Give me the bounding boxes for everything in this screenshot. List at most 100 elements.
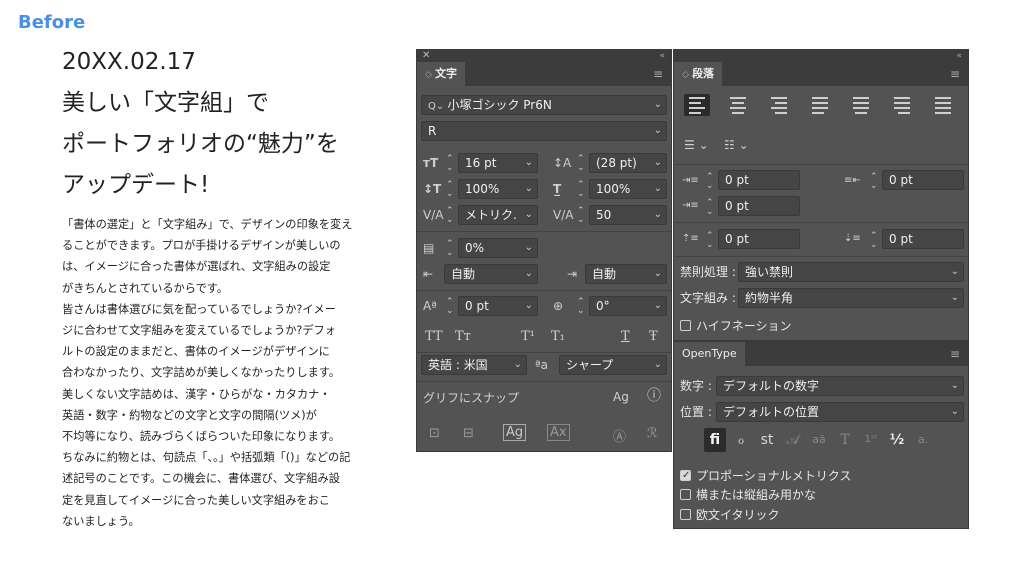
kinsoku-select[interactable]: 強い禁則 ⌄ [738, 262, 964, 282]
swash-button[interactable]: 𝒜 [782, 428, 804, 452]
divider [417, 290, 671, 291]
aki-before-select[interactable]: 自動 ⌄ [444, 264, 538, 284]
font-style-select[interactable]: R ⌄ [421, 121, 667, 141]
kinsoku-label: 禁則処理 : [680, 265, 736, 279]
fractions-button[interactable]: ½ [886, 428, 908, 452]
snap-angle-icon[interactable]: Ⓐ [613, 426, 626, 445]
align-center-button[interactable] [725, 94, 751, 116]
proportional-metrics-checkbox[interactable]: プロポーショナルメトリクス [680, 468, 851, 484]
snap-anchor-icon[interactable]: ℛ [647, 426, 657, 441]
ligatures-button[interactable]: fi [704, 428, 726, 452]
justify-right-button[interactable] [889, 94, 915, 116]
snap-proxy-icon[interactable]: Ax [547, 424, 570, 441]
stepper-icon[interactable]: ⌃ ⌄ [446, 298, 454, 316]
tab-opentype[interactable]: OpenType [674, 342, 745, 366]
stepper-icon[interactable]: ⌃ ⌄ [870, 232, 878, 250]
aki-after-select[interactable]: 自動 ⌄ [585, 264, 667, 284]
horizontal-scale-field[interactable]: 100% ⌄ [589, 179, 667, 199]
ordinals-button[interactable]: 1ˢᵗ [860, 428, 882, 452]
snap-glyph-bounds-icon[interactable]: Ag [503, 424, 527, 441]
stepper-icon[interactable]: ⌃ ⌄ [577, 207, 585, 225]
baseline-shift-value: 0 pt [465, 299, 489, 313]
kerning-select[interactable]: メトリク. ⌄ [458, 205, 538, 225]
font-size-field[interactable]: 16 pt ⌄ [458, 153, 538, 173]
superscript-button[interactable]: T¹ [521, 330, 535, 344]
body-line: がきちんとされているからです。 [62, 281, 229, 295]
snap-baseline-icon[interactable]: ⊡ [429, 426, 440, 441]
kerning-value: メトリク. [465, 208, 517, 222]
kinsoku-value: 強い禁則 [745, 265, 794, 279]
tsume-field[interactable]: 0% ⌄ [458, 238, 538, 258]
close-icon[interactable]: ✕ [422, 50, 430, 62]
bullets-icon[interactable]: ☰ ⌄ [684, 138, 709, 152]
panel-menu-icon[interactable]: ≡ [950, 347, 960, 361]
before-label: Before [18, 12, 86, 33]
underline-button[interactable]: T [621, 330, 630, 344]
stepper-icon[interactable]: ⌃ ⌄ [577, 298, 585, 316]
space-after-field[interactable]: 0 pt [882, 229, 964, 249]
stepper-icon[interactable]: ⌃ ⌄ [446, 207, 454, 225]
justify-left-button[interactable] [807, 94, 833, 116]
rotation-field[interactable]: 0° ⌄ [589, 296, 667, 316]
info-icon[interactable]: ⓘ [647, 389, 661, 403]
leading-field[interactable]: (28 pt) ⌄ [589, 153, 667, 173]
mojikumi-select[interactable]: 約物半角 ⌄ [738, 288, 964, 308]
stepper-icon[interactable]: ⌃ ⌄ [706, 232, 714, 250]
stepper-icon[interactable]: ⌃ ⌄ [870, 173, 878, 191]
figure-select[interactable]: デフォルトの数字 ⌄ [716, 376, 964, 396]
subscript-button[interactable]: T₁ [551, 330, 565, 344]
small-caps-button[interactable]: Tт [455, 330, 471, 344]
snap-xheight-icon[interactable]: ⊟ [463, 426, 474, 441]
collapse-icon[interactable]: « [956, 50, 962, 62]
chevron-down-icon: ⌄ [524, 183, 533, 194]
tab-paragraph[interactable]: ◇ 段落 [674, 62, 723, 86]
stepper-icon[interactable]: ⌃ ⌄ [446, 240, 454, 258]
left-indent-field[interactable]: 0 pt [718, 170, 800, 190]
discretionary-ligatures-button[interactable]: st [756, 428, 778, 452]
antialias-select[interactable]: シャープ ⌄ [559, 355, 667, 375]
stylistic-alternates-button[interactable]: aā [808, 428, 830, 452]
headline-line-3: アップデート! [62, 172, 210, 198]
tab-character[interactable]: ◇ 文字 [417, 62, 466, 86]
contextual-alternates-button[interactable]: ℴ [730, 428, 752, 452]
tab-bar: OpenType ≡ [674, 342, 968, 366]
space-before-field[interactable]: 0 pt [718, 229, 800, 249]
baseline-shift-field[interactable]: 0 pt ⌄ [458, 296, 538, 316]
hyphenation-checkbox[interactable]: ハイフネーション [680, 318, 792, 334]
roman-italic-checkbox[interactable]: 欧文イタリック [680, 507, 780, 523]
chevron-down-icon: ⌄ [950, 292, 959, 303]
vertical-kana-checkbox[interactable]: 横または縦組み用かな [680, 487, 816, 503]
panel-menu-icon[interactable]: ≡ [653, 67, 663, 81]
justify-center-button[interactable] [848, 94, 874, 116]
stepper-icon[interactable]: ⌃ ⌄ [706, 199, 714, 217]
font-family-select[interactable]: Q⌄ 小塚ゴシック Pr6N ⌄ [421, 95, 667, 115]
leading-icon: ↕A [553, 156, 572, 170]
proportional-metrics-label: プロポーショナルメトリクス [696, 469, 852, 483]
position-select[interactable]: デフォルトの位置 ⌄ [716, 402, 964, 422]
tab-label: OpenType [682, 347, 737, 360]
strikethrough-button[interactable]: Ŧ [649, 330, 658, 344]
vertical-scale-field[interactable]: 100% ⌄ [458, 179, 538, 199]
stepper-icon[interactable]: ⌃ ⌄ [706, 173, 714, 191]
stepper-icon[interactable]: ⌃ ⌄ [446, 181, 454, 199]
titling-alternates-button[interactable]: T [834, 428, 856, 452]
collapse-icon[interactable]: « [659, 50, 665, 62]
aki-before-icon: ⇤ [423, 267, 434, 281]
stepper-icon[interactable]: ⌃ ⌄ [577, 155, 585, 173]
stepper-icon[interactable]: ⌃ ⌄ [577, 181, 585, 199]
align-right-button[interactable] [766, 94, 792, 116]
tracking-field[interactable]: 50 ⌄ [589, 205, 667, 225]
language-select[interactable]: 英語 : 米国 ⌄ [421, 355, 527, 375]
glyph-icon[interactable]: Ag [613, 390, 629, 404]
right-indent-field[interactable]: 0 pt [882, 170, 964, 190]
punctuation-button[interactable]: a. [912, 428, 934, 452]
panel-menu-icon[interactable]: ≡ [950, 67, 960, 81]
align-left-button[interactable] [684, 94, 710, 116]
justify-all-button[interactable] [930, 94, 956, 116]
numbering-icon[interactable]: ☷ ⌄ [724, 138, 749, 152]
body-line: 定を見直してイメージに合った美しい文字組みをおこ [62, 493, 330, 507]
stepper-icon[interactable]: ⌃ ⌄ [446, 155, 454, 173]
first-line-indent-field[interactable]: 0 pt [718, 196, 800, 216]
body-text: 「書体の選定」と「文字組み」で、デザインの印象を変え ることができます。プロが手… [62, 214, 362, 532]
all-caps-button[interactable]: TT [425, 330, 443, 344]
